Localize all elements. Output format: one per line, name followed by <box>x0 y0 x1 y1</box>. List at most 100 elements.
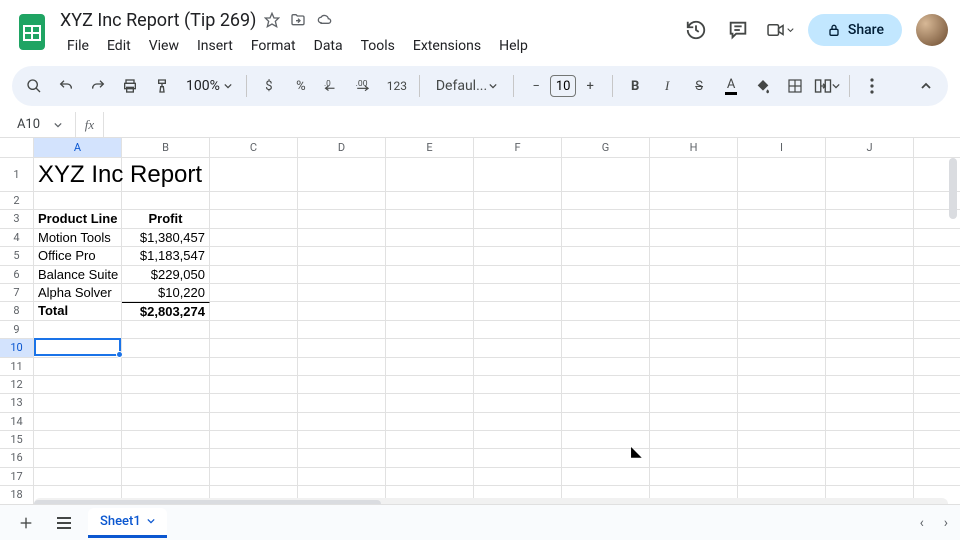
cell-B8[interactable]: $2,803,274 <box>122 302 210 319</box>
chevron-down-icon <box>54 121 62 129</box>
print-icon[interactable] <box>116 72 144 100</box>
explore-button[interactable]: ‹ <box>910 511 934 535</box>
vertical-scrollbar[interactable] <box>947 158 959 498</box>
spreadsheet-grid[interactable]: A B C D E F G H I J 1XYZ Inc Report 2 3P… <box>0 138 960 512</box>
cell-A8[interactable]: Total <box>34 302 122 319</box>
row-header-17[interactable]: 17 <box>0 468 34 485</box>
fill-color-button[interactable] <box>749 72 777 100</box>
col-header-F[interactable]: F <box>474 138 562 157</box>
row-header-10[interactable]: 10 <box>0 339 34 356</box>
menu-data[interactable]: Data <box>307 34 350 58</box>
share-button[interactable]: Share <box>808 14 902 46</box>
select-all-corner[interactable] <box>0 138 34 157</box>
row-header-4[interactable]: 4 <box>0 229 34 246</box>
menu-insert[interactable]: Insert <box>190 34 240 58</box>
name-box[interactable]: A10 <box>0 112 76 137</box>
comments-icon[interactable] <box>724 16 752 44</box>
cell-A4[interactable]: Motion Tools <box>34 229 122 246</box>
cell-B7[interactable]: $10,220 <box>122 284 210 301</box>
search-icon[interactable] <box>20 72 48 100</box>
row-header-6[interactable]: 6 <box>0 266 34 283</box>
row-header-2[interactable]: 2 <box>0 192 34 209</box>
col-header-C[interactable]: C <box>210 138 298 157</box>
titlebar: XYZ Inc Report (Tip 269) File Edit View … <box>0 0 960 58</box>
row-header-16[interactable]: 16 <box>0 449 34 466</box>
cloud-status-icon[interactable] <box>316 12 334 28</box>
menu-tools[interactable]: Tools <box>354 34 402 58</box>
col-header-H[interactable]: H <box>650 138 738 157</box>
account-avatar[interactable] <box>916 14 948 46</box>
cell-B6[interactable]: $229,050 <box>122 266 210 283</box>
italic-button[interactable]: I <box>653 72 681 100</box>
add-sheet-button[interactable] <box>12 509 40 537</box>
decrease-decimal-icon[interactable]: .0 <box>319 72 347 100</box>
lock-icon <box>826 22 842 38</box>
row-header-1[interactable]: 1 <box>0 158 34 191</box>
star-icon[interactable] <box>264 12 280 28</box>
menu-help[interactable]: Help <box>492 34 535 58</box>
col-header-B[interactable]: B <box>122 138 210 157</box>
format-number-button[interactable]: 123 <box>383 72 411 100</box>
row-header-12[interactable]: 12 <box>0 376 34 393</box>
row-header-3[interactable]: 3 <box>0 210 34 227</box>
row-header-8[interactable]: 8 <box>0 302 34 319</box>
row-header-9[interactable]: 9 <box>0 321 34 338</box>
menu-view[interactable]: View <box>142 34 186 58</box>
cell-B5[interactable]: $1,183,547 <box>122 247 210 264</box>
increase-fontsize-button[interactable]: + <box>576 72 604 100</box>
zoom-value: 100% <box>186 78 220 94</box>
row-header-11[interactable]: 11 <box>0 358 34 375</box>
row-header-13[interactable]: 13 <box>0 394 34 411</box>
paint-format-icon[interactable] <box>148 72 176 100</box>
vscroll-thumb[interactable] <box>949 158 957 219</box>
cell-B3[interactable]: Profit <box>122 210 210 227</box>
fontsize-input[interactable] <box>550 75 576 97</box>
row-header-14[interactable]: 14 <box>0 413 34 430</box>
menu-file[interactable]: File <box>60 34 96 58</box>
row-header-18[interactable]: 18 <box>0 486 34 503</box>
col-header-E[interactable]: E <box>386 138 474 157</box>
decrease-fontsize-button[interactable]: − <box>522 72 550 100</box>
font-family-select[interactable]: Defaul... <box>428 78 505 94</box>
sheets-app-icon[interactable] <box>12 12 52 52</box>
text-color-button[interactable]: A <box>717 72 745 100</box>
row-header-7[interactable]: 7 <box>0 284 34 301</box>
col-header-D[interactable]: D <box>298 138 386 157</box>
tab-nav-right[interactable]: › <box>944 515 948 531</box>
move-icon[interactable] <box>290 12 306 28</box>
cell-A5[interactable]: Office Pro <box>34 247 122 264</box>
increase-decimal-icon[interactable]: .00 <box>351 72 379 100</box>
history-icon[interactable] <box>682 16 710 44</box>
menu-format[interactable]: Format <box>244 34 303 58</box>
col-header-I[interactable]: I <box>738 138 826 157</box>
bold-button[interactable]: B <box>621 72 649 100</box>
borders-button[interactable] <box>781 72 809 100</box>
all-sheets-button[interactable] <box>50 509 78 537</box>
meet-button[interactable] <box>766 16 794 44</box>
cell-A6[interactable]: Balance Suite <box>34 266 122 283</box>
menu-edit[interactable]: Edit <box>100 34 138 58</box>
cell-A7[interactable]: Alpha Solver <box>34 284 122 301</box>
row-header-15[interactable]: 15 <box>0 431 34 448</box>
document-title[interactable]: XYZ Inc Report (Tip 269) <box>60 10 256 31</box>
cell-A1[interactable]: XYZ Inc Report <box>34 158 122 191</box>
col-header-A[interactable]: A <box>34 138 122 157</box>
col-header-J[interactable]: J <box>826 138 914 157</box>
svg-text:.00: .00 <box>356 79 368 89</box>
formula-input[interactable] <box>104 112 960 137</box>
row-header-5[interactable]: 5 <box>0 247 34 264</box>
cell-A3[interactable]: Product Line <box>34 210 122 227</box>
format-percent-button[interactable]: % <box>287 72 315 100</box>
undo-icon[interactable] <box>52 72 80 100</box>
sheet-tab-1[interactable]: Sheet1 <box>88 508 167 538</box>
more-toolbar-button[interactable] <box>858 72 886 100</box>
col-header-G[interactable]: G <box>562 138 650 157</box>
strikethrough-button[interactable]: S <box>685 72 713 100</box>
zoom-select[interactable]: 100% <box>180 78 238 94</box>
menu-extensions[interactable]: Extensions <box>406 34 488 58</box>
cell-B4[interactable]: $1,380,457 <box>122 229 210 246</box>
collapse-toolbar-icon[interactable] <box>912 72 940 100</box>
format-currency-button[interactable]: $ <box>255 72 283 100</box>
redo-icon[interactable] <box>84 72 112 100</box>
merge-cells-button[interactable] <box>813 72 841 100</box>
